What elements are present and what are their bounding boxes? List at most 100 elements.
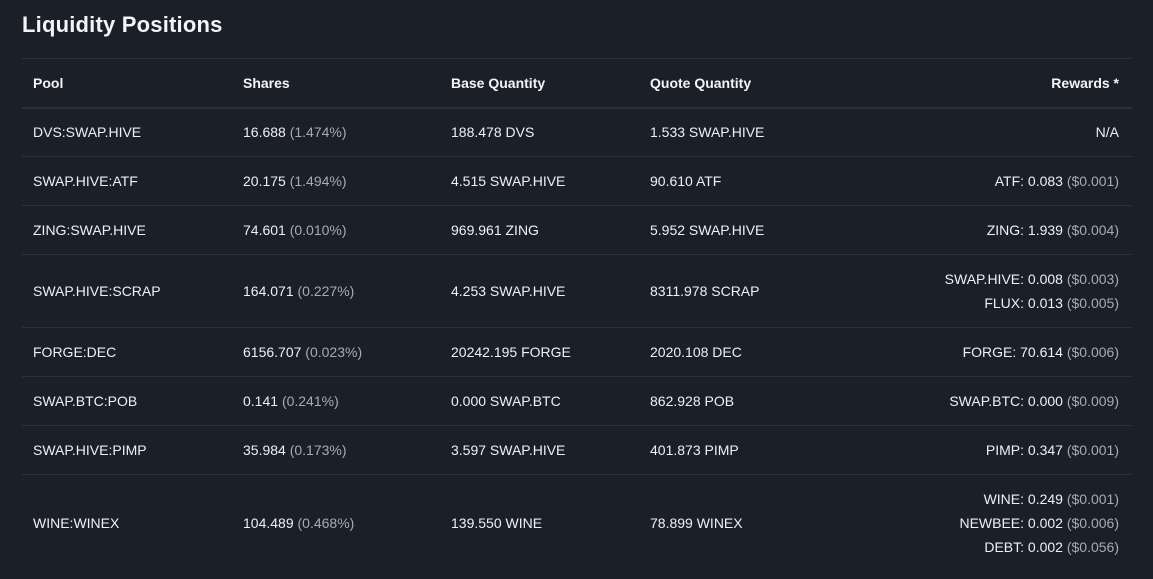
reward-usd-value: ($0.009) [1066,393,1119,409]
reward-amount: ZING: 1.939 [986,222,1063,238]
reward-amount: FLUX: 0.013 [984,295,1063,311]
rewards-cell: SWAP.HIVE: 0.008 ($0.003) FLUX: 0.013 ($0… [869,254,1132,328]
base-quantity-cell: 0.000 SWAP.BTC [440,376,639,426]
pool-cell: SWAP.HIVE:SCRAP [22,254,232,328]
reward-usd-value: ($0.001) [1066,442,1119,458]
table-header: Pool Shares Base Quantity Quote Quantity… [22,58,1132,109]
pool-cell: ZING:SWAP.HIVE [22,205,232,255]
reward-usd-value: ($0.004) [1066,222,1119,238]
base-quantity-cell: 20242.195 FORGE [440,327,639,377]
table-row[interactable]: SWAP.BTC:POB 0.141 (0.241%) 0.000 SWAP.BTC… [22,376,1132,426]
shares-cell: 104.489 (0.468%) [232,475,440,571]
quote-quantity-cell: 862.928 POB [639,376,869,426]
shares-percent: (0.468%) [297,514,355,531]
column-header-quote-quantity[interactable]: Quote Quantity [639,58,869,109]
table-row[interactable]: FORGE:DEC 6156.707 (0.023%) 20242.195 FORG… [22,327,1132,377]
shares-percent: (0.023%) [305,344,363,360]
rewards-cell: ZING: 1.939 ($0.004) [869,205,1132,255]
rewards-cell: N/A [869,107,1132,157]
shares-percent: (1.474%) [289,124,347,141]
table-header-row: Pool Shares Base Quantity Quote Quantity… [22,58,1132,109]
shares-value: 6156.707 [243,344,302,360]
base-quantity-cell: 969.961 ZING [440,205,639,255]
base-quantity-cell: 4.515 SWAP.HIVE [440,156,639,206]
table-row[interactable]: SWAP.HIVE:SCRAP 164.071 (0.227%) 4.253 SWA… [22,254,1132,328]
table-row[interactable]: SWAP.HIVE:ATF 20.175 (1.494%) 4.515 SWAP.H… [22,156,1132,206]
column-header-pool[interactable]: Pool [22,58,232,109]
reward-amount: ATF: 0.083 [994,173,1063,189]
shares-value: 16.688 [243,124,286,141]
base-quantity-cell: 188.478 DVS [440,107,639,157]
reward-amount: NEWBEE: 0.002 [959,514,1063,531]
rewards-cell: WINE: 0.249 ($0.001) NEWBEE: 0.002 ($0.00… [869,475,1132,571]
page-title: Liquidity Positions [22,12,223,37]
shares-cell: 20.175 (1.494%) [232,156,440,206]
quote-quantity-cell: 90.610 ATF [639,156,869,206]
base-quantity-cell: 139.550 WINE [451,514,543,531]
liquidity-positions-table: Pool Shares Base Quantity Quote Quantity… [22,58,1132,571]
shares-cell: 164.071 (0.227%) [232,254,440,328]
reward-line: PIMP: 0.347 ($0.001) [869,438,1119,462]
column-header-rewards[interactable]: Rewards * [869,58,1132,109]
shares-percent: (0.010%) [289,222,347,238]
reward-usd-value: ($0.005) [1066,295,1119,311]
pool-cell: WINE:WINEX [33,514,120,531]
shares-value: 0.141 [243,393,279,409]
reward-line: ATF: 0.083 ($0.001) [869,169,1119,193]
pool-cell: FORGE:DEC [22,327,232,377]
rewards-cell: FORGE: 70.614 ($0.006) [869,327,1132,377]
quote-quantity-cell: 1.533 SWAP.HIVE [639,107,869,157]
pool-cell: SWAP.HIVE:ATF [22,156,232,206]
pool-cell: DVS:SWAP.HIVE [22,107,232,157]
quote-quantity-cell: 401.873 PIMP [639,425,869,475]
reward-line: SWAP.HIVE: 0.008 ($0.003) [869,267,1119,291]
reward-usd-value: ($0.003) [1066,271,1119,287]
shares-value: 104.489 [243,514,294,531]
shares-cell: 35.984 (0.173%) [232,425,440,475]
column-header-base-quantity[interactable]: Base Quantity [440,58,639,109]
shares-percent: (0.173%) [289,442,347,458]
liquidity-positions-table-container: Pool Shares Base Quantity Quote Quantity… [22,58,1132,571]
table-row[interactable]: SWAP.HIVE:PIMP 35.984 (0.173%) 3.597 SWAP.… [22,425,1132,475]
quote-quantity-cell: 78.899 WINEX [650,514,743,531]
rewards-cell: ATF: 0.083 ($0.001) [869,156,1132,206]
reward-line: FLUX: 0.013 ($0.005) [869,291,1119,315]
table-row[interactable]: ZING:SWAP.HIVE 74.601 (0.010%) 969.961 ZIN… [22,205,1132,255]
reward-amount: PIMP: 0.347 [985,442,1063,458]
base-quantity-cell: 4.253 SWAP.HIVE [440,254,639,328]
shares-value: 20.175 [243,173,286,189]
rewards-cell: PIMP: 0.347 ($0.001) [869,425,1132,475]
shares-percent: (0.241%) [281,393,339,409]
reward-line: FORGE: 70.614 ($0.006) [869,340,1119,364]
shares-cell: 6156.707 (0.023%) [232,327,440,377]
reward-amount: DEBT: 0.002 [984,538,1063,555]
table-row[interactable]: DVS:SWAP.HIVE 16.688 (1.474%) 188.478 DVS 1… [22,107,1132,157]
pool-cell: SWAP.HIVE:PIMP [22,425,232,475]
shares-percent: (1.494%) [289,173,347,189]
shares-value: 35.984 [243,442,286,458]
reward-line: SWAP.BTC: 0.000 ($0.009) [869,389,1119,413]
reward-amount: SWAP.BTC: 0.000 [949,393,1063,409]
reward-line: DEBT: 0.002 ($0.056) [869,535,1119,559]
column-header-shares[interactable]: Shares [232,58,440,109]
reward-usd-value: ($0.006) [1066,344,1119,360]
pool-cell: SWAP.BTC:POB [22,376,232,426]
quote-quantity-cell: 2020.108 DEC [639,327,869,377]
reward-amount: SWAP.HIVE: 0.008 [944,271,1063,287]
reward-amount: WINE: 0.249 [983,490,1063,507]
rewards-cell: SWAP.BTC: 0.000 ($0.009) [869,376,1132,426]
shares-percent: (0.227%) [297,283,355,299]
quote-quantity-cell: 8311.978 SCRAP [639,254,869,328]
reward-usd-value: ($0.006) [1066,514,1119,531]
reward-amount: FORGE: 70.614 [962,344,1063,360]
shares-cell: 16.688 (1.474%) [232,107,440,157]
shares-cell: 74.601 (0.010%) [232,205,440,255]
shares-value: 164.071 [243,283,294,299]
reward-line: N/A [869,120,1119,144]
shares-cell: 0.141 (0.241%) [232,376,440,426]
table-row[interactable]: WINE:WINEX 104.489 (0.468%) 139.550 WINE 78… [22,475,1132,571]
quote-quantity-cell: 5.952 SWAP.HIVE [639,205,869,255]
reward-amount: N/A [1095,124,1119,141]
shares-value: 74.601 [243,222,286,238]
reward-line: NEWBEE: 0.002 ($0.006) [869,511,1119,535]
